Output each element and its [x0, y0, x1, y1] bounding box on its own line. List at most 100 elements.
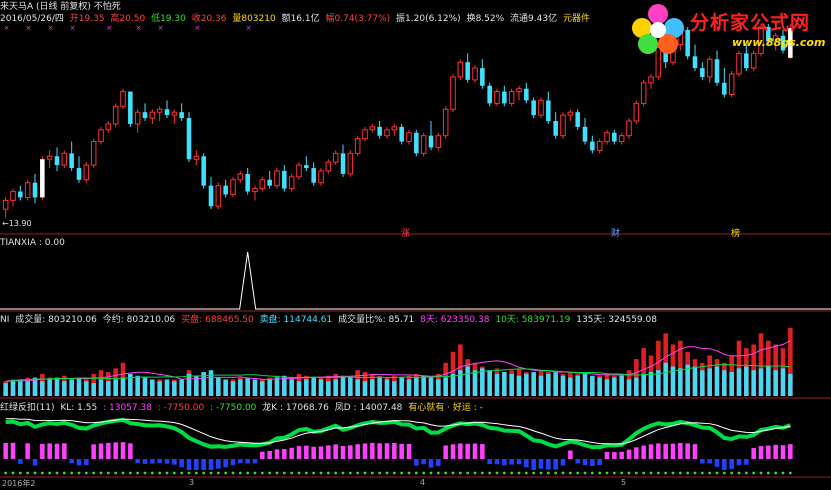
- candle-body: [164, 109, 170, 116]
- indicator-pos-bar: [678, 442, 683, 459]
- status-dot: [99, 471, 103, 475]
- candle-body: [384, 129, 390, 137]
- status-dot: [620, 471, 624, 475]
- volume-sell-bar: [62, 381, 67, 396]
- event-tag-finance[interactable]: 财: [611, 226, 620, 239]
- candle-body: [736, 52, 742, 75]
- indicator-pos-bar: [128, 443, 133, 459]
- candle-body: [69, 153, 74, 169]
- status-dot: [686, 471, 690, 475]
- logo-url[interactable]: www.88gs.com: [732, 36, 825, 49]
- status-dot: [209, 471, 213, 475]
- candle-body: [391, 126, 398, 131]
- candle-body: [332, 152, 339, 163]
- indicator-pos-bar: [472, 443, 478, 459]
- status-dot: [598, 471, 602, 475]
- indicator-pos-bar: [751, 447, 756, 459]
- volume-sell-bar: [634, 377, 639, 396]
- kline-chart-canvas[interactable]: ×××××××××××: [0, 0, 831, 490]
- status-dot: [55, 471, 59, 475]
- status-dot: [33, 471, 37, 475]
- candle-body: [435, 135, 442, 148]
- status-dot: [612, 471, 616, 475]
- candle-body: [706, 58, 713, 78]
- event-tag-list[interactable]: 榜: [731, 226, 740, 239]
- indicator-pos-bar: [773, 444, 778, 459]
- indicator-neg-bar: [18, 459, 23, 464]
- status-dot: [18, 471, 22, 475]
- candle-body: [304, 165, 309, 169]
- volume-sell-bar: [575, 375, 580, 396]
- status-dot: [737, 471, 741, 475]
- low-price-marker: ←13.90: [2, 219, 32, 228]
- candle-body: [245, 173, 250, 192]
- candle-body: [692, 56, 698, 69]
- indicator-neg-bar: [436, 459, 441, 467]
- indicator-neg-bar: [714, 459, 720, 467]
- status-dot: [715, 471, 719, 475]
- indicator-neg-bar: [516, 459, 522, 465]
- status-dot: [429, 471, 433, 475]
- candle-body: [618, 135, 625, 143]
- volume-sell-bar: [84, 381, 89, 396]
- status-dot: [576, 471, 580, 475]
- status-dot: [517, 471, 521, 475]
- status-dot: [128, 471, 132, 475]
- candle-body: [311, 168, 316, 183]
- indicator-pos-bar: [304, 445, 309, 459]
- volume-sell-bar: [443, 377, 448, 396]
- volume-sell-bar: [722, 370, 727, 396]
- status-dot: [700, 471, 704, 475]
- volume-sell-bar: [766, 366, 771, 396]
- indicator-pos-bar: [120, 442, 126, 459]
- candle-body: [582, 126, 588, 142]
- signal-markers: ×××××××××××: [4, 24, 721, 32]
- candle-body: [465, 62, 470, 80]
- status-dot: [348, 471, 352, 475]
- candle-body: [487, 85, 492, 104]
- status-dot: [627, 471, 631, 475]
- volume-sell-bar: [157, 381, 162, 396]
- indicator-pos-bar: [399, 443, 404, 459]
- candle-body: [494, 91, 500, 104]
- indicator-neg-bar: [172, 459, 177, 465]
- status-dot: [253, 471, 257, 475]
- indicator-pos-bar: [3, 443, 8, 459]
- indicator-pos-bar: [619, 451, 624, 459]
- event-tag-rise[interactable]: 涨: [401, 226, 410, 239]
- volume-sell-bar: [106, 381, 111, 396]
- indicator-pos-bar: [641, 445, 646, 459]
- status-dot: [495, 471, 499, 475]
- status-dot: [246, 471, 250, 475]
- candle-body: [406, 132, 412, 143]
- volume-sell-bar: [736, 368, 742, 396]
- indicator-pos-bar: [47, 443, 52, 459]
- volume-sell-bar: [91, 383, 96, 396]
- candle-body: [149, 111, 156, 119]
- indicator-neg-bar: [230, 459, 236, 466]
- indicator-neg-bar: [524, 459, 529, 468]
- candle-body: [590, 141, 595, 151]
- volume-sell-bar: [714, 366, 720, 396]
- status-dot: [671, 471, 675, 475]
- volume-sell-bar: [120, 377, 126, 396]
- volume-sell-bar: [612, 377, 617, 396]
- indicator-neg-bar: [744, 459, 749, 465]
- candle-body: [296, 164, 302, 178]
- status-dot: [649, 471, 653, 475]
- candle-body: [560, 114, 566, 137]
- volume-sell-bar: [788, 373, 793, 396]
- indicator-pos-bar: [296, 446, 302, 459]
- signal-mark: ×: [246, 24, 252, 32]
- indicator-pos-bar: [333, 444, 338, 459]
- volume-sell-bar: [465, 366, 470, 396]
- volume-sell-bar: [172, 381, 177, 396]
- indicator-neg-bar: [494, 459, 500, 465]
- status-dot: [642, 471, 646, 475]
- volume-sell-bar: [560, 375, 566, 396]
- status-dot: [363, 471, 367, 475]
- status-dot: [392, 471, 396, 475]
- indicator-pos-bar: [260, 451, 265, 459]
- volume-sell-bar: [751, 370, 756, 396]
- status-dot: [172, 471, 176, 475]
